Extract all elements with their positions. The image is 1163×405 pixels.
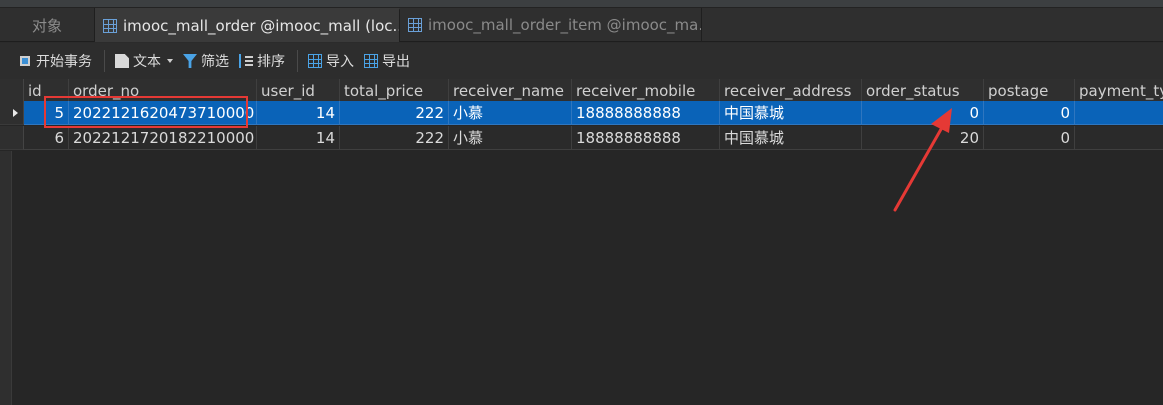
cell-receiver-mobile[interactable]: 18888888888	[572, 126, 720, 150]
col-header-postage[interactable]: postage	[984, 79, 1075, 103]
cell-payment-type[interactable]	[1075, 101, 1163, 125]
cell-total-price[interactable]: 222	[340, 101, 449, 125]
export-label: 导出	[382, 54, 410, 70]
filter-label: 筛选	[201, 54, 229, 70]
cell-payment-type[interactable]	[1075, 126, 1163, 150]
col-header-payment-type[interactable]: payment_ty	[1075, 79, 1163, 103]
sort-icon	[239, 54, 253, 68]
cell-total-price[interactable]: 222	[340, 126, 449, 150]
tab-active-label: imooc_mall_order @imooc_mall (loc...	[123, 17, 400, 35]
export-button[interactable]: 导出	[360, 48, 414, 74]
cell-order-no[interactable]: 2022121720182210000	[69, 126, 257, 150]
data-grid[interactable]: id order_no user_id total_price receiver…	[0, 79, 1163, 405]
text-button[interactable]: 文本	[111, 48, 177, 74]
cell-user-id[interactable]: 14	[257, 126, 340, 150]
cell-postage[interactable]: 0	[984, 101, 1075, 125]
begin-transaction-label: 开始事务	[36, 54, 92, 70]
col-header-id[interactable]: id	[24, 79, 69, 103]
header-row: id order_no user_id total_price receiver…	[0, 79, 1163, 103]
import-label: 导入	[326, 54, 354, 70]
cell-user-id[interactable]: 14	[257, 101, 340, 125]
menu-bar	[0, 0, 1163, 8]
row-indicator-icon	[0, 101, 24, 125]
cell-receiver-name[interactable]: 小慕	[449, 126, 572, 150]
toolbar-divider	[104, 50, 105, 72]
table-icon	[408, 18, 422, 32]
cell-id[interactable]: 6	[24, 126, 69, 150]
col-header-order-no[interactable]: order_no	[69, 79, 257, 103]
col-header-user-id[interactable]: user_id	[257, 79, 340, 103]
sort-label: 排序	[257, 54, 285, 70]
cell-id[interactable]: 5	[24, 101, 69, 125]
cell-receiver-mobile[interactable]: 18888888888	[572, 101, 720, 125]
row-header-column	[0, 151, 12, 405]
toolbar-divider	[297, 50, 298, 72]
tab-inactive-label: imooc_mall_order_item @imooc_ma...	[428, 16, 702, 34]
table-icon	[103, 19, 117, 33]
tab-bar: 对象 imooc_mall_order @imooc_mall (loc... …	[0, 8, 1163, 42]
begin-transaction-button[interactable]: 开始事务	[14, 48, 96, 74]
row-header	[0, 126, 24, 150]
chevron-down-icon	[167, 59, 173, 63]
toolbar: 开始事务 文本 筛选 排序 导入 导出	[0, 43, 1163, 79]
sort-button[interactable]: 排序	[235, 48, 289, 74]
import-button[interactable]: 导入	[304, 48, 358, 74]
col-header-order-status[interactable]: order_status	[862, 79, 984, 103]
document-icon	[115, 54, 129, 68]
tab-imooc-mall-order[interactable]: imooc_mall_order @imooc_mall (loc...	[95, 8, 400, 42]
tab-imooc-mall-order-item[interactable]: imooc_mall_order_item @imooc_ma...	[400, 8, 702, 42]
transaction-icon	[18, 54, 32, 68]
cell-receiver-address[interactable]: 中国慕城	[720, 126, 862, 150]
cell-order-status[interactable]: 0	[862, 101, 984, 125]
filter-icon	[183, 54, 197, 68]
text-label: 文本	[133, 54, 161, 70]
tab-objects[interactable]: 对象	[0, 8, 95, 42]
col-header-total-price[interactable]: total_price	[340, 79, 449, 103]
cell-postage[interactable]: 0	[984, 126, 1075, 150]
tab-objects-label: 对象	[31, 16, 62, 35]
cell-receiver-name[interactable]: 小慕	[449, 101, 572, 125]
filter-button[interactable]: 筛选	[179, 48, 233, 74]
corner-cell	[0, 79, 24, 103]
col-header-receiver-address[interactable]: receiver_address	[720, 79, 862, 103]
cell-order-status[interactable]: 20	[862, 126, 984, 150]
table-row[interactable]: 6 2022121720182210000 14 222 小慕 18888888…	[0, 126, 1163, 150]
col-header-receiver-mobile[interactable]: receiver_mobile	[572, 79, 720, 103]
col-header-receiver-name[interactable]: receiver_name	[449, 79, 572, 103]
cell-order-no[interactable]: 2022121620473710000	[69, 101, 257, 125]
export-icon	[364, 54, 378, 68]
import-icon	[308, 54, 322, 68]
cell-receiver-address[interactable]: 中国慕城	[720, 101, 862, 125]
table-row[interactable]: 5 2022121620473710000 14 222 小慕 18888888…	[0, 101, 1163, 125]
